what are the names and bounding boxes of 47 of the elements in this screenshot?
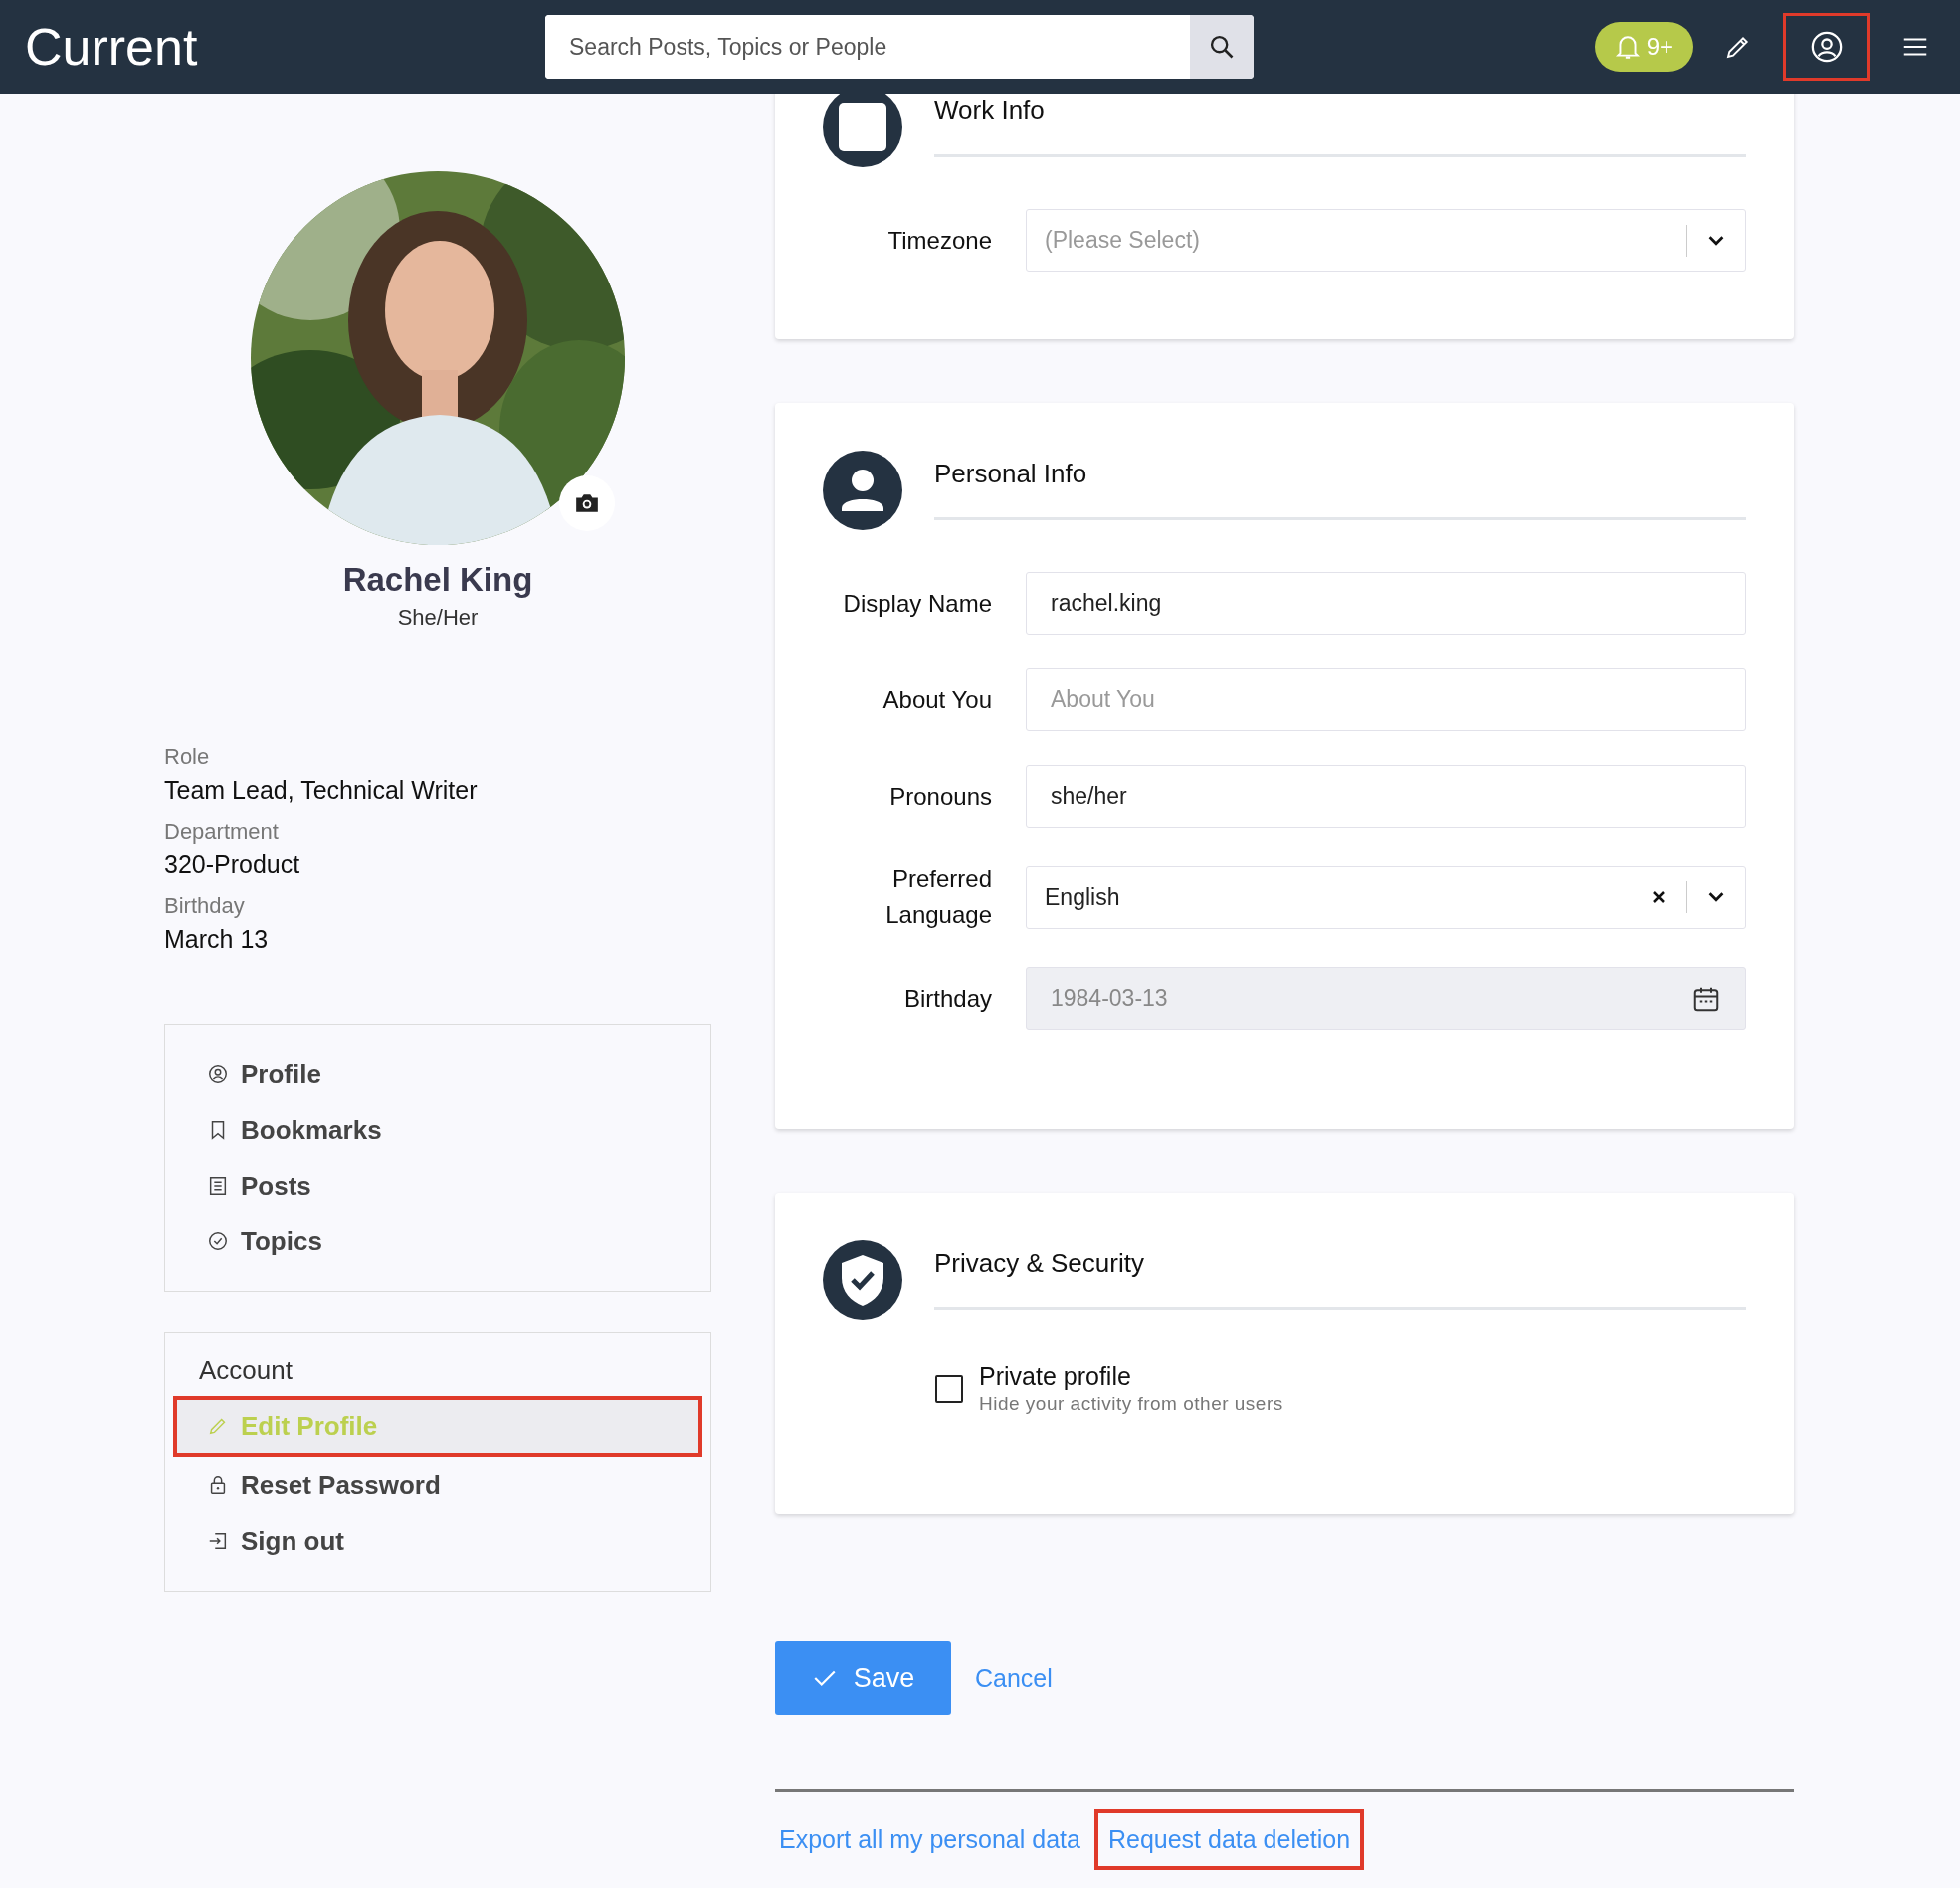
person-icon: [823, 451, 902, 530]
detail-value: March 13: [164, 925, 270, 954]
detail-value: Team Lead, Technical Writer: [164, 776, 479, 805]
user-icon: [207, 1063, 229, 1085]
detail-label: Department: [164, 819, 280, 845]
nav-item[interactable]: Profile: [173, 1046, 702, 1102]
profile-button[interactable]: [1783, 13, 1870, 81]
checkbox[interactable]: [935, 1374, 963, 1403]
detail-label: Birthday: [164, 893, 246, 919]
app-logo[interactable]: Current: [25, 17, 545, 77]
search-icon: [1208, 33, 1236, 61]
field-label: Birthday: [902, 983, 993, 1014]
section-title: Privacy & Security: [934, 1232, 1746, 1310]
section-title: Personal Info: [934, 443, 1746, 520]
bell-icon: [1614, 33, 1641, 61]
detail-value: 320-Product: [164, 850, 301, 879]
check-circle-icon: [207, 1230, 229, 1252]
checkbox-label: Private profile: [979, 1362, 1132, 1391]
camera-icon: [574, 492, 600, 514]
field-label: Timezone: [886, 225, 993, 256]
select-placeholder: (Please Select): [1045, 227, 1201, 254]
field-label: Pronouns: [888, 781, 993, 812]
profile-pronouns: She/Her: [396, 605, 480, 631]
search-button[interactable]: [1190, 15, 1254, 79]
shield-check-icon: [823, 1240, 902, 1320]
nav-item[interactable]: Reset Password: [173, 1457, 702, 1513]
document-icon: [207, 1175, 229, 1197]
profile-name: Rachel King: [341, 561, 534, 599]
field-label: Preferred Language: [884, 864, 993, 930]
nav-item[interactable]: Bookmarks: [173, 1102, 702, 1158]
nav-item[interactable]: Posts: [173, 1158, 702, 1214]
search-field[interactable]: Search Posts, Topics or People: [545, 15, 1254, 79]
field-label: Display Name: [842, 588, 993, 619]
nav-item[interactable]: Topics: [173, 1214, 702, 1269]
select-field[interactable]: English: [1026, 865, 1746, 929]
checkbox-hint: Hide your activity from other users: [979, 1393, 1283, 1415]
field-label: About You: [882, 684, 993, 715]
section-heading: Account: [199, 1355, 294, 1386]
text-field[interactable]: she/her: [1026, 765, 1746, 828]
text-field[interactable]: rachel.king: [1026, 572, 1746, 635]
select-value: English: [1045, 883, 1121, 911]
detail-label: Role: [164, 744, 211, 770]
date-value: 1984-03-13: [1051, 985, 1168, 1012]
nav-item[interactable]: Sign out: [173, 1513, 702, 1569]
user-icon: [1810, 30, 1844, 64]
sign-out-icon: [207, 1530, 229, 1552]
text-field[interactable]: About You: [1026, 668, 1746, 731]
